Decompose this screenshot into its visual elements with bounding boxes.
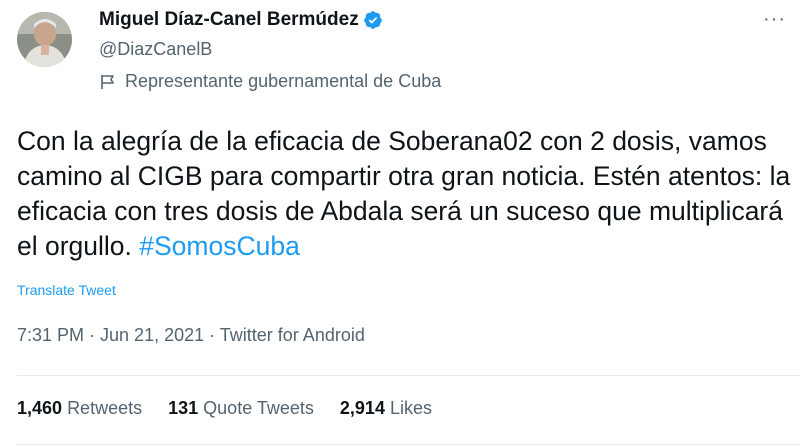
- author-name-row[interactable]: Miguel Díaz-Canel Bermúdez: [99, 9, 383, 31]
- avatar-image: [17, 12, 72, 67]
- tweet-timestamp[interactable]: 7:31 PM · Jun 21, 2021 · Twitter for And…: [17, 325, 365, 346]
- likes-label: Likes: [389, 398, 432, 418]
- hashtag-link[interactable]: #SomosCuba: [139, 231, 300, 261]
- flag-icon: [99, 73, 117, 91]
- author-handle[interactable]: @DiazCanelB: [99, 39, 212, 60]
- verified-badge-icon: [363, 10, 383, 30]
- retweets-label: Retweets: [67, 398, 143, 418]
- likes-stat[interactable]: 2,914 Likes: [340, 398, 432, 419]
- quote-tweets-stat[interactable]: 131 Quote Tweets: [168, 398, 314, 419]
- divider: [17, 375, 800, 376]
- engagement-stats: 1,460 Retweets 131 Quote Tweets 2,914 Li…: [17, 398, 458, 419]
- tweet-body: Con la alegría de la eficacia de Soberan…: [17, 126, 791, 261]
- quotes-label: Quote Tweets: [203, 398, 314, 418]
- government-label[interactable]: Representante gubernamental de Cuba: [99, 71, 441, 92]
- author-name[interactable]: Miguel Díaz-Canel Bermúdez: [99, 9, 359, 31]
- retweets-stat[interactable]: 1,460 Retweets: [17, 398, 142, 419]
- retweets-count: 1,460: [17, 398, 63, 418]
- tweet-text: Con la alegría de la eficacia de Soberan…: [17, 124, 792, 264]
- avatar[interactable]: [17, 12, 72, 67]
- translate-tweet-link[interactable]: Translate Tweet: [17, 282, 116, 298]
- likes-count: 2,914: [339, 398, 385, 418]
- more-options-icon[interactable]: ···: [763, 8, 786, 31]
- government-label-text: Representante gubernamental de Cuba: [125, 71, 442, 91]
- divider: [17, 444, 800, 445]
- quotes-count: 131: [168, 398, 199, 418]
